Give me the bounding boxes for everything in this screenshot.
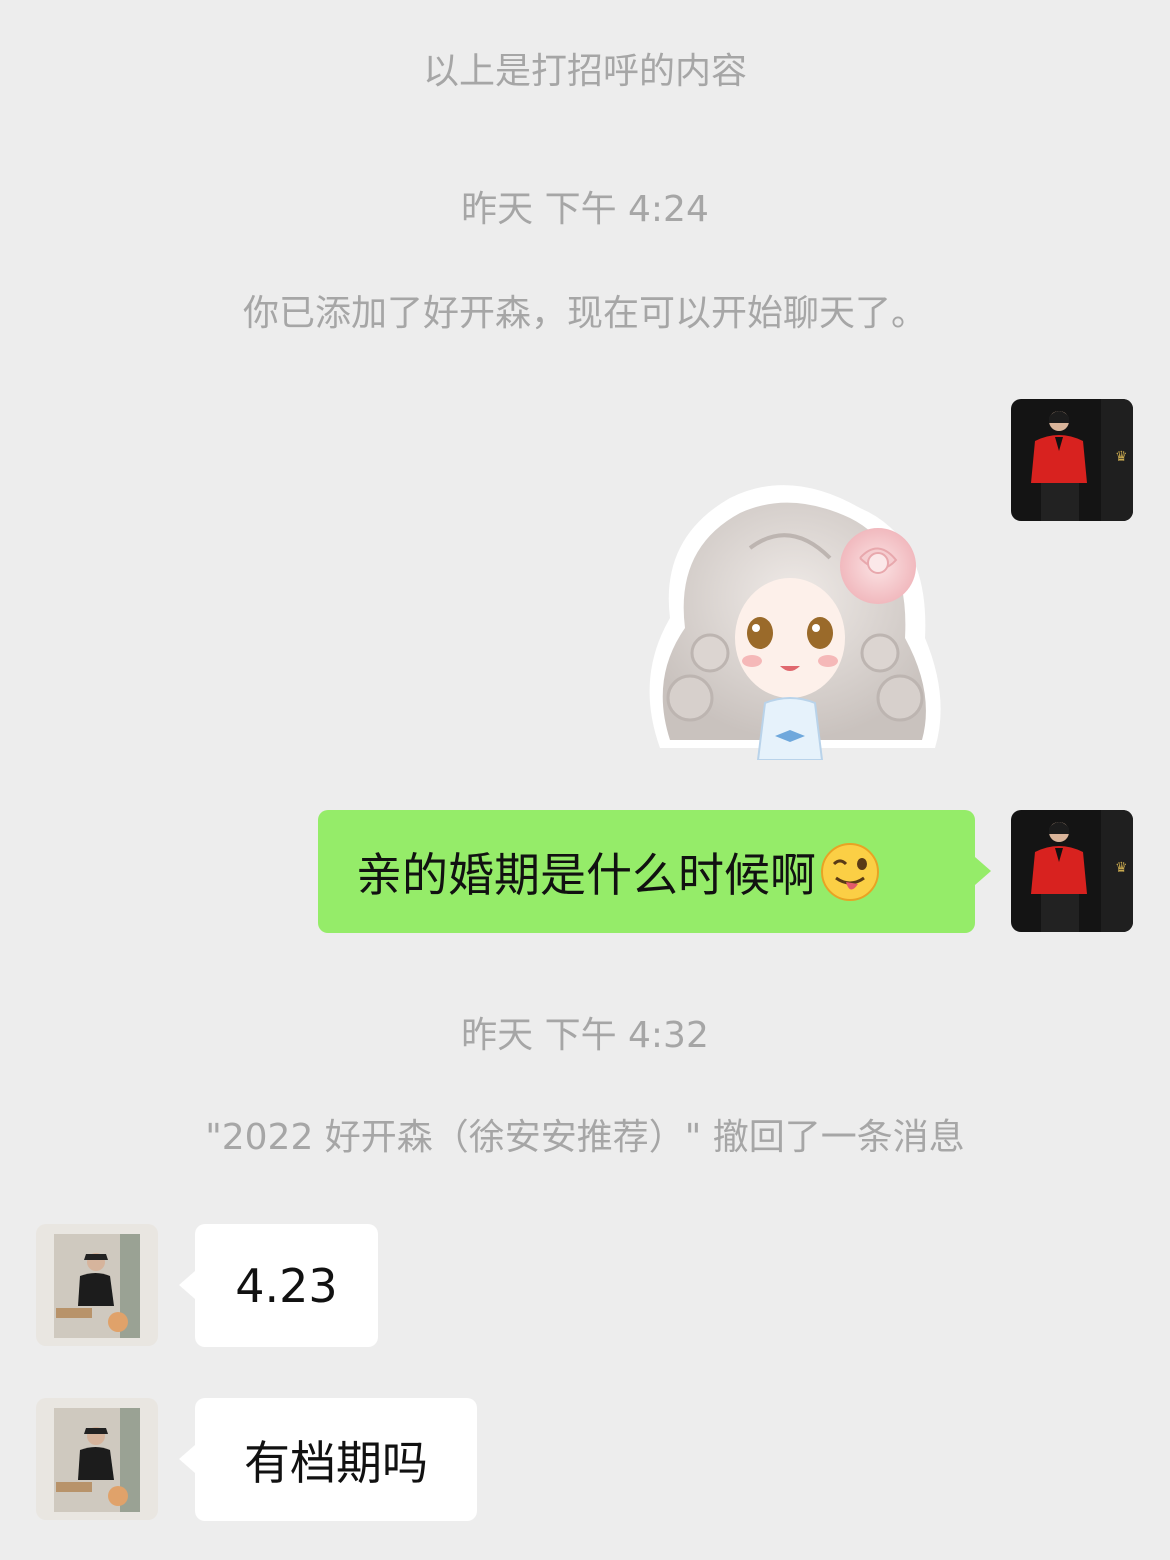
my-avatar[interactable]: ♛ [1011,399,1133,521]
contact-avatar[interactable] [36,1398,158,1520]
winking-tongue-emoji-icon [820,842,880,902]
contact-avatar[interactable] [36,1224,158,1346]
profile-photo-icon: ♛ [1011,810,1133,932]
svg-text:♛: ♛ [1115,860,1128,876]
contact-message-bubble[interactable]: 4.23 [195,1224,378,1347]
bubble-tail [179,1271,195,1299]
sticker-girl-icon [649,485,941,761]
timestamp: 昨天 下午 4:32 [461,1015,709,1056]
cartoon-girl-sticker[interactable] [640,478,945,761]
message-text: 4.23 [235,1258,338,1313]
recall-note: "2022 好开森（徐安安推荐）" 撤回了一条消息 [205,1117,965,1158]
contact-photo-icon [36,1224,158,1346]
message-text: 有档期吗 [244,1435,428,1490]
timestamp: 昨天 下午 4:24 [461,189,709,230]
contact-photo-icon [36,1398,158,1520]
profile-photo-icon: ♛ [1011,399,1133,521]
message-text: 亲的婚期是什么时候啊 [356,847,816,902]
contact-message-bubble[interactable]: 有档期吗 [195,1398,477,1521]
bubble-tail [179,1445,195,1473]
bubble-tail [975,857,991,885]
my-message-bubble[interactable]: 亲的婚期是什么时候啊 [318,810,975,933]
added-friend-note: 你已添加了好开森，现在可以开始聊天了。 [242,293,927,334]
svg-text:♛: ♛ [1115,449,1128,465]
my-avatar[interactable]: ♛ [1011,810,1133,932]
greeting-note: 以上是打招呼的内容 [422,51,747,92]
